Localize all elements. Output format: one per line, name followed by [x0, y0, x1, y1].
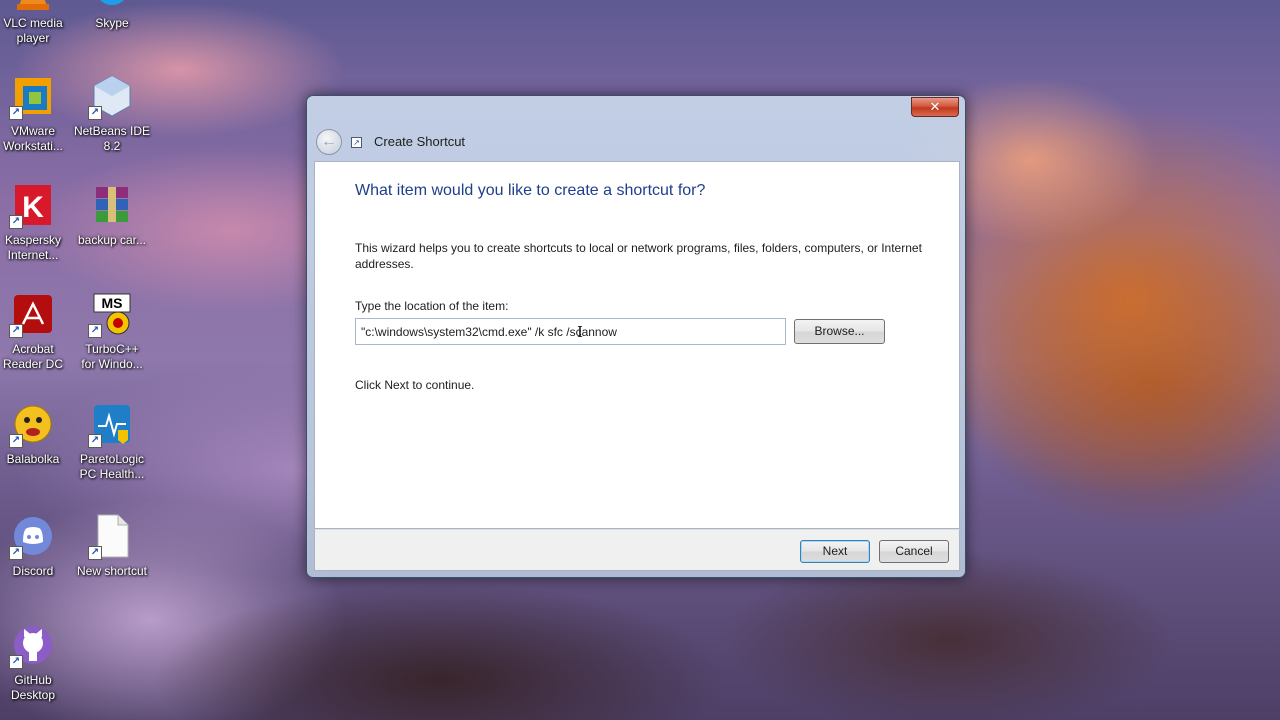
desktop-icon-paretologic[interactable]: ↗ ParetoLogic PC Health... — [73, 400, 151, 482]
wizard-heading: What item would you like to create a sho… — [355, 182, 706, 199]
shortcut-arrow-icon: ↗ — [9, 546, 23, 560]
shortcut-arrow-icon: ↗ — [9, 106, 23, 120]
vlc-icon — [9, 0, 57, 12]
wizard-content-panel: What item would you like to create a sho… — [314, 161, 960, 529]
balabolka-icon: ↗ — [9, 400, 57, 448]
blank-file-icon: ↗ — [88, 512, 136, 560]
skype-icon: S — [88, 0, 136, 12]
desktop-icon-balabolka[interactable]: ↗ Balabolka — [0, 400, 72, 467]
desktop-icon-label: ParetoLogic PC Health... — [79, 452, 145, 481]
desktop-icon-new-shortcut[interactable]: ↗ New shortcut — [73, 512, 151, 579]
create-shortcut-dialog: ✕ ← ↗ Create Shortcut What item would yo… — [306, 95, 966, 578]
shortcut-arrow-icon: ↗ — [88, 546, 102, 560]
close-button[interactable]: ✕ — [911, 97, 959, 117]
paretologic-icon: ↗ — [88, 400, 136, 448]
desktop-icon-vlc[interactable]: VLC media player — [0, 0, 72, 46]
desktop-icon-label: backup car... — [77, 233, 147, 247]
acrobat-reader-icon: ↗ — [9, 290, 57, 338]
desktop-icon-label: VMware Workstati... — [3, 124, 63, 153]
desktop-icon-github[interactable]: ↗ GitHub Desktop — [0, 621, 72, 703]
shortcut-wizard-icon: ↗ — [351, 137, 362, 148]
vmware-icon: ↗ — [9, 72, 57, 120]
shortcut-arrow-icon: ↗ — [88, 434, 102, 448]
kaspersky-icon: K ↗ — [9, 181, 57, 229]
shortcut-arrow-icon: ↗ — [9, 324, 23, 338]
desktop-icon-label: Discord — [12, 564, 54, 578]
browse-button[interactable]: Browse... — [794, 319, 885, 344]
location-input[interactable] — [355, 318, 786, 345]
dialog-title: Create Shortcut — [374, 134, 466, 149]
back-arrow-icon[interactable]: ← — [316, 129, 342, 155]
desktop-icon-turbocpp[interactable]: MS ↗ TurboC++ for Windo... — [73, 290, 151, 372]
desktop-icon-label: TurboC++ for Windo... — [81, 342, 143, 371]
desktop-icon-discord[interactable]: ↗ Discord — [0, 512, 72, 579]
shortcut-arrow-icon: ↗ — [88, 324, 102, 338]
desktop-icon-label: VLC media player — [3, 16, 63, 45]
discord-icon: ↗ — [9, 512, 57, 560]
desktop-icon-label: Skype — [95, 16, 129, 30]
desktop-icon-vmware[interactable]: ↗ VMware Workstati... — [0, 72, 72, 154]
desktop-icon-label: Kaspersky Internet... — [4, 233, 62, 262]
wizard-footer: Next Cancel — [314, 529, 960, 571]
desktop-icon-kaspersky[interactable]: K ↗ Kaspersky Internet... — [0, 181, 72, 263]
location-label: Type the location of the item: — [355, 299, 509, 313]
winrar-archive-icon — [88, 181, 136, 229]
desktop-icon-acrobat[interactable]: ↗ Acrobat Reader DC — [0, 290, 72, 372]
desktop-icon-backup[interactable]: backup car... — [73, 181, 151, 248]
desktop-icon-label: New shortcut — [76, 564, 148, 578]
desktop-icon-label: GitHub Desktop — [10, 673, 56, 702]
shortcut-arrow-icon: ↗ — [9, 655, 23, 669]
continue-hint: Click Next to continue. — [355, 378, 475, 392]
netbeans-icon: ↗ — [88, 72, 136, 120]
shortcut-arrow-icon: ↗ — [9, 434, 23, 448]
desktop-icon-label: Acrobat Reader DC — [2, 342, 64, 371]
wizard-description: This wizard helps you to create shortcut… — [355, 241, 922, 271]
desktop-icon-skype[interactable]: S Skype — [73, 0, 151, 31]
next-button[interactable]: Next — [800, 540, 870, 563]
svg-text:K: K — [22, 191, 44, 224]
text-cursor-icon: I — [577, 323, 583, 341]
desktop-icon-label: Balabolka — [6, 452, 60, 466]
desktop-icon-label: NetBeans IDE 8.2 — [73, 124, 151, 153]
shortcut-arrow-icon: ↗ — [88, 106, 102, 120]
desktop-icon-netbeans[interactable]: ↗ NetBeans IDE 8.2 — [73, 72, 151, 154]
cancel-button[interactable]: Cancel — [879, 540, 949, 563]
shortcut-arrow-icon: ↗ — [9, 215, 23, 229]
turbo-cpp-icon: MS ↗ — [88, 290, 136, 338]
github-icon: ↗ — [9, 621, 57, 669]
svg-text:MS: MS — [102, 295, 123, 311]
